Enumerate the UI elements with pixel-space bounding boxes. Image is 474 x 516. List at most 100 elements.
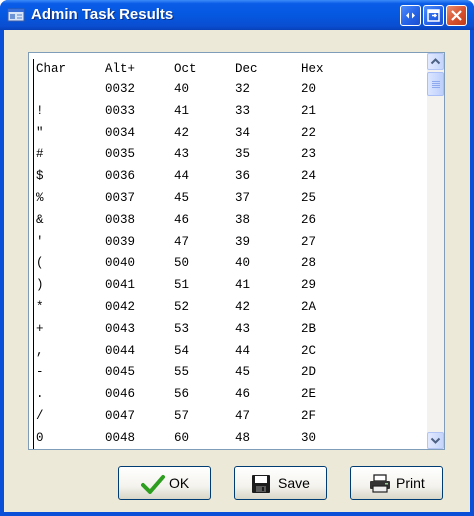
dialog-body: Char Alt+ Oct Dec Hex 0032 40 32 20! 0033 41 3…: [4, 30, 470, 512]
cell-dec: 47: [235, 409, 251, 423]
cell-oct: 57: [174, 409, 190, 423]
cell-alt: 0038: [105, 212, 136, 227]
ok-button[interactable]: OK: [118, 466, 211, 500]
cell-hex: 21: [301, 103, 317, 118]
cell-char: &: [36, 212, 44, 227]
cell-dec: 38: [235, 212, 251, 227]
scroll-thumb[interactable]: [427, 72, 444, 96]
table-row: . 0046 56 46 2E: [36, 384, 426, 404]
cell-hex: 2D: [301, 365, 317, 380]
cell-char: ": [36, 125, 44, 140]
cell-alt: 0037: [105, 191, 136, 205]
ok-button-label: OK: [169, 475, 190, 491]
cell-char: $: [36, 169, 44, 184]
table-row: 0 0048 60 48 30: [36, 428, 426, 448]
cell-oct: 41: [174, 103, 190, 118]
table-row: - 0045 55 45 2D: [36, 362, 426, 382]
cell-hex: 30: [301, 430, 317, 445]
cell-hex: 29: [301, 278, 317, 293]
cell-dec: 32: [235, 82, 251, 96]
save-button[interactable]: Save: [234, 466, 327, 500]
cell-hex: 22: [301, 125, 317, 140]
cell-dec: 40: [235, 256, 251, 271]
cell-char: ): [36, 278, 44, 293]
cell-hex: 2F: [301, 409, 317, 423]
cell-alt: 0041: [105, 278, 136, 293]
cell-oct: 56: [174, 387, 190, 402]
cell-hex: 2A: [301, 300, 317, 314]
cell-dec: 45: [235, 365, 251, 380]
results-text-area[interactable]: Char Alt+ Oct Dec Hex 0032 40 32 20! 0033 41 3…: [28, 52, 445, 450]
table-row: ! 0033 41 33 21: [36, 101, 426, 121]
cell-dec: 42: [235, 300, 251, 314]
cell-alt: 0032: [105, 82, 136, 96]
cell-oct: 52: [174, 300, 190, 314]
cell-alt: 0040: [105, 256, 136, 271]
table-row: +0043 53 43 2B: [36, 319, 426, 339]
cell-oct: 44: [174, 169, 190, 184]
cell-dec: 36: [235, 169, 251, 184]
maximize-icon[interactable]: [423, 5, 444, 26]
close-icon[interactable]: [446, 5, 467, 26]
table-row: * 0042 52 42 2A: [36, 297, 426, 317]
cell-dec: 44: [235, 343, 251, 358]
cell-alt: 0045: [105, 365, 136, 380]
scroll-up-button[interactable]: [427, 53, 444, 70]
cell-oct: 55: [174, 365, 190, 380]
scroll-down-button[interactable]: [427, 432, 444, 449]
cell-alt: 0042: [105, 300, 136, 314]
table-row: / 0047 57 47 2F: [36, 406, 426, 426]
column-header-oct: Oct: [174, 62, 197, 76]
column-header-char: Char: [36, 62, 67, 76]
cell-hex: 23: [301, 147, 317, 162]
cell-dec: 33: [235, 103, 251, 118]
column-header-alt: Alt+: [105, 62, 136, 76]
cell-alt: 0033: [105, 103, 136, 118]
check-icon: [141, 475, 165, 494]
cell-hex: 26: [301, 212, 317, 227]
restore-icon[interactable]: [400, 5, 421, 26]
print-button-label: Print: [396, 475, 425, 491]
cell-char: .: [36, 387, 44, 402]
cell-dec: 35: [235, 147, 251, 162]
cell-hex: 2B: [301, 321, 317, 336]
table-row: (0040 50 40 28: [36, 253, 426, 273]
table-row: % 0037 45 37 25: [36, 188, 426, 208]
cell-dec: 43: [235, 321, 251, 336]
cell-dec: 34: [235, 125, 251, 140]
save-button-label: Save: [278, 475, 310, 491]
table-row: " 0034 42 34 22: [36, 123, 426, 143]
cell-alt: 0046: [105, 387, 136, 402]
cell-alt: 0047: [105, 409, 136, 423]
cell-oct: 51: [174, 278, 190, 293]
column-header-hex: Hex: [301, 62, 324, 76]
vertical-scrollbar[interactable]: [427, 53, 444, 449]
cell-hex: 25: [301, 191, 317, 205]
cell-char: /: [36, 409, 44, 423]
cell-dec: 39: [235, 234, 251, 249]
cell-hex: 2C: [301, 343, 317, 358]
cell-hex: 2E: [301, 387, 317, 402]
cell-oct: 47: [174, 234, 190, 249]
table-row: , 0044 54 44 2C: [36, 341, 426, 361]
cell-alt: 0034: [105, 125, 136, 140]
print-button[interactable]: Print: [350, 466, 443, 500]
table-row: $0036 44 36 24: [36, 166, 426, 186]
cell-char: -: [36, 365, 44, 380]
cell-hex: 27: [301, 234, 317, 249]
cell-char: (: [36, 256, 44, 271]
cell-hex: 20: [301, 82, 317, 96]
table-row: #0035 43 35 23: [36, 144, 426, 164]
title-bar[interactable]: Admin Task Results: [0, 0, 474, 30]
cell-dec: 37: [235, 191, 251, 205]
cell-dec: 41: [235, 278, 251, 293]
table-row: & 0038 46 38 26: [36, 210, 426, 230]
cell-char: ,: [36, 343, 44, 358]
table-row: ' 0039 47 39 27: [36, 232, 426, 252]
cell-oct: 54: [174, 343, 190, 358]
cell-alt: 0036: [105, 169, 136, 184]
table-row: 0032 40 32 20: [36, 79, 426, 99]
column-header-dec: Dec: [235, 62, 258, 76]
cell-oct: 60: [174, 430, 190, 445]
cell-char: !: [36, 103, 44, 118]
